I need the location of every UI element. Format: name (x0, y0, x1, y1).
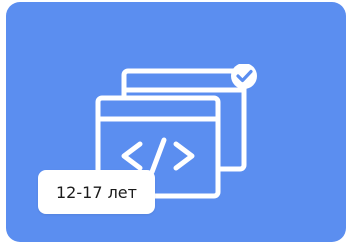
age-range-badge: 12-17 лет (38, 170, 155, 214)
check-badge-icon (231, 64, 257, 89)
age-group-card[interactable]: 12-17 лет (6, 2, 346, 242)
